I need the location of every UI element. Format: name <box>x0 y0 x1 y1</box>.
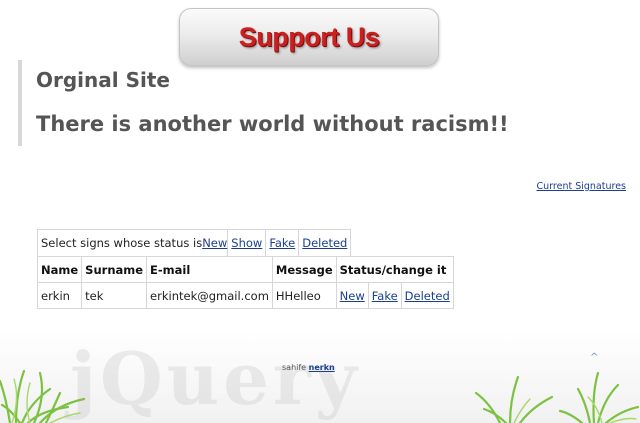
cell-message: HHelleo <box>271 282 337 309</box>
site-title: Orginal Site <box>36 68 170 92</box>
current-signatures-link[interactable]: Current Signatures <box>537 181 626 192</box>
filter-deleted-link[interactable]: Deleted <box>302 236 347 250</box>
grass-left-icon <box>0 369 86 423</box>
status-filter-table: Select signs whose status isNew Show Fak… <box>36 229 352 257</box>
cell-action-deleted: Deleted <box>400 282 454 309</box>
table-header-row: Name Surname E-mail Message Status/chang… <box>36 256 454 283</box>
grass-right-icon <box>474 371 640 423</box>
footer-credit: sahife nerkn <box>282 363 335 372</box>
cell-action-fake: Fake <box>367 282 402 309</box>
footer-credit-label: sahife <box>282 363 307 372</box>
header-quote-block: Orginal Site There is another world with… <box>18 60 618 146</box>
column-header-email: E-mail <box>146 256 273 283</box>
filter-new-link[interactable]: New <box>202 236 227 250</box>
signatures-table: Name Surname E-mail Message Status/chang… <box>36 256 454 309</box>
cell-surname: tek <box>81 282 148 309</box>
support-us-button[interactable]: Support Us <box>179 8 439 66</box>
jquery-watermark: jQuery <box>70 336 361 421</box>
filter-deleted-cell: Deleted <box>298 229 352 257</box>
row-fake-link[interactable]: Fake <box>372 289 398 303</box>
filter-fake-cell: Fake <box>265 229 300 257</box>
up-arrow-icon[interactable]: ^ <box>590 352 598 363</box>
table-row: erkin tek erkintek@gmail.com HHelleo New… <box>36 282 454 309</box>
cell-action-new: New <box>335 282 369 309</box>
tagline: There is another world without racism!! <box>36 112 509 136</box>
filter-prompt: Select signs whose status is <box>41 236 203 250</box>
column-header-message: Message <box>271 256 337 283</box>
filter-prompt-cell: Select signs whose status isNew <box>36 229 229 257</box>
support-us-label: Support Us <box>238 21 380 52</box>
cell-email: erkintek@gmail.com <box>146 282 273 309</box>
filter-fake-link[interactable]: Fake <box>269 236 295 250</box>
column-header-status: Status/change it <box>335 256 454 283</box>
row-deleted-link[interactable]: Deleted <box>405 289 450 303</box>
row-new-link[interactable]: New <box>340 289 365 303</box>
column-header-name: Name <box>36 256 83 283</box>
column-header-surname: Surname <box>81 256 148 283</box>
footer: jQuery sahife nerkn ^ <box>0 330 640 423</box>
footer-credit-link[interactable]: nerkn <box>309 363 335 372</box>
cell-name: erkin <box>36 282 83 309</box>
filter-show-cell: Show <box>227 229 267 257</box>
filter-show-link[interactable]: Show <box>231 236 262 250</box>
